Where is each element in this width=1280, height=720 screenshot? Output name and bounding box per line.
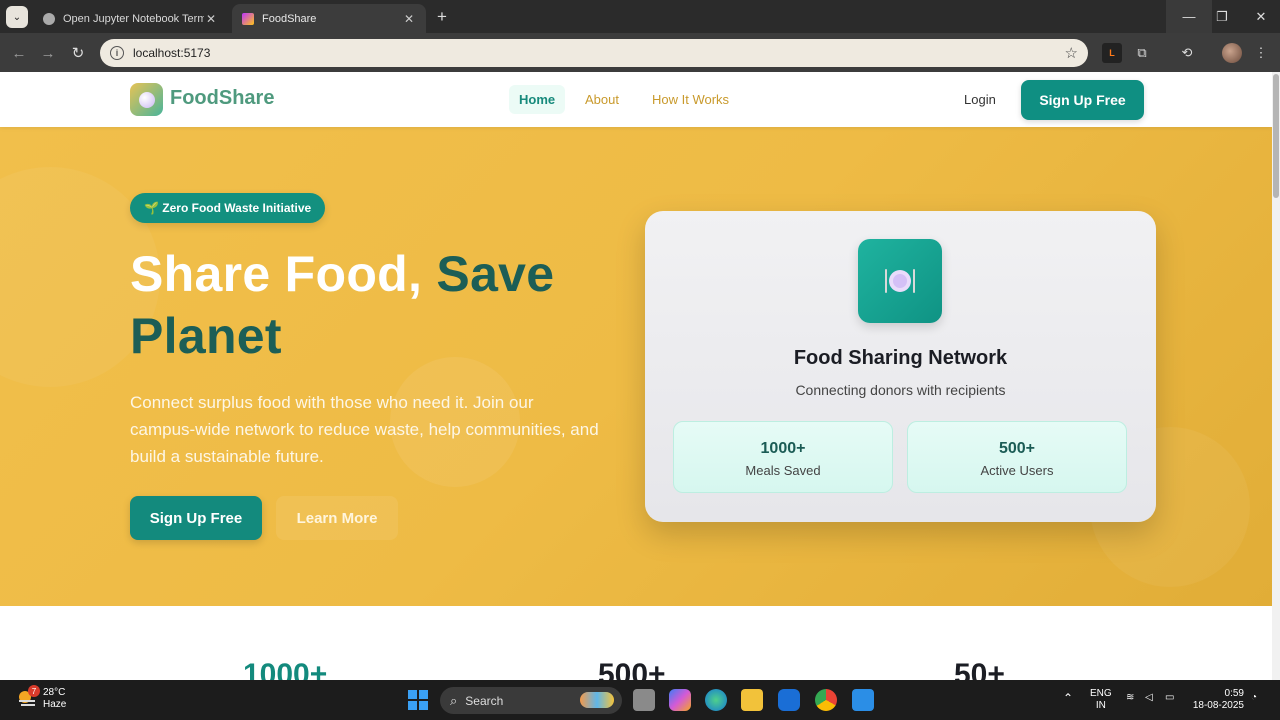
tab-title: Open Jupyter Notebook Termin <box>63 12 204 25</box>
brand-name[interactable]: FoodShare <box>170 87 274 110</box>
menu-dots-icon[interactable]: ⋮ <box>1251 43 1271 63</box>
hero-headline: Share Food, Save Planet <box>130 243 610 367</box>
stat-number-users: 500+ <box>598 658 666 680</box>
remote-app-icon[interactable] <box>778 689 800 711</box>
card-title: Food Sharing Network <box>793 347 1008 369</box>
site-navbar: FoodShare Home About How It Works Login … <box>0 72 1272 127</box>
stat-value: 1000+ <box>760 440 806 457</box>
time: 0:59 <box>1224 688 1244 699</box>
clock[interactable]: 0:59 18-08-2025 <box>1188 688 1244 712</box>
hero-section: 🌱 Zero Food Waste Initiative Share Food,… <box>0 127 1272 606</box>
stat-number-meals: 1000+ <box>243 658 328 680</box>
wifi-icon[interactable]: ≋ <box>1126 692 1134 703</box>
file-explorer-icon[interactable] <box>741 689 763 711</box>
jupyter-favicon-icon <box>43 12 55 25</box>
back-icon[interactable]: ← <box>8 42 30 64</box>
scrollbar-thumb[interactable] <box>1273 74 1279 198</box>
tab-jupyter[interactable]: Open Jupyter Notebook Termin ✕ <box>33 4 228 33</box>
windows-taskbar: 7 28°C Haze ⌕ Search ⌃ ENG IN ≋ ◁ ▭ 0:59… <box>0 680 1280 720</box>
volume-icon[interactable]: ◁ <box>1145 692 1153 703</box>
nav-home[interactable]: Home <box>509 85 566 114</box>
search-label: Search <box>465 693 504 708</box>
hero-description: Connect surplus food with those who need… <box>130 393 599 466</box>
weather-notification-badge: 7 <box>28 685 40 697</box>
card-subtitle: Connecting donors with recipients <box>795 382 1006 398</box>
site-info-icon[interactable]: i <box>110 46 124 60</box>
signup-button[interactable]: Sign Up Free <box>1021 80 1144 120</box>
headline-white-part: Share Food, <box>130 246 437 302</box>
forward-icon[interactable]: → <box>37 42 59 64</box>
search-icon: ⌕ <box>450 692 458 708</box>
bookmark-star-icon[interactable]: ☆ <box>1065 44 1078 62</box>
reload-icon[interactable]: ↻ <box>67 42 89 64</box>
language-indicator[interactable]: ENG IN <box>1090 688 1112 712</box>
region-code: IN <box>1095 700 1106 711</box>
history-icon[interactable]: ⟲ <box>1177 43 1197 63</box>
lang-code: ENG <box>1090 688 1112 699</box>
close-icon[interactable]: ✕ <box>204 12 218 26</box>
window-close-button[interactable]: ✕ <box>1238 0 1280 33</box>
hero-signup-button[interactable]: Sign Up Free <box>130 496 262 540</box>
extensions-puzzle-icon[interactable]: ⧉ <box>1132 43 1152 63</box>
nav-about[interactable]: About <box>575 85 629 114</box>
weather-condition: Haze <box>43 699 67 710</box>
url-text: localhost:5173 <box>133 46 211 60</box>
stat-label: Active Users <box>980 463 1054 478</box>
weather-temp: 28°C <box>43 687 66 698</box>
web-page: FoodShare Home About How It Works Login … <box>0 72 1272 680</box>
edge-icon[interactable] <box>705 689 727 711</box>
initiative-badge: 🌱 Zero Food Waste Initiative <box>130 193 326 223</box>
chevron-up-icon[interactable]: ⌃ <box>1063 691 1073 705</box>
profile-avatar[interactable] <box>1222 43 1242 63</box>
vscode-icon[interactable] <box>852 689 874 711</box>
copilot-icon[interactable] <box>669 689 691 711</box>
extension-icon[interactable]: L <box>1102 43 1122 63</box>
stat-active-users: 500+ Active Users <box>907 421 1127 493</box>
close-icon[interactable]: ✕ <box>402 12 416 26</box>
logo-icon[interactable] <box>130 83 163 116</box>
notification-bell-icon[interactable]: ◔ <box>1251 692 1257 703</box>
task-view-icon[interactable] <box>633 689 655 711</box>
login-link[interactable]: Login <box>964 92 996 107</box>
new-tab-button[interactable]: + <box>431 6 453 28</box>
nav-how-it-works[interactable]: How It Works <box>642 85 739 114</box>
stat-meals-saved: 1000+ Meals Saved <box>673 421 893 493</box>
address-bar[interactable]: i localhost:5173 ☆ <box>100 39 1088 67</box>
tab-foodshare[interactable]: FoodShare ✕ <box>232 4 426 33</box>
date: 18-08-2025 <box>1192 700 1244 711</box>
windows-start-icon[interactable] <box>408 690 428 710</box>
learn-more-button[interactable]: Learn More <box>276 496 398 540</box>
tab-title: FoodShare <box>262 12 317 25</box>
weather-widget[interactable]: 28°C Haze <box>43 687 66 711</box>
plate-cutlery-icon <box>858 239 942 323</box>
stat-number-third: 50+ <box>954 658 1005 680</box>
browser-tab-bar: ⌄ Open Jupyter Notebook Termin ✕ FoodSha… <box>0 0 1280 33</box>
stats-section: 1000+ 500+ 50+ <box>0 606 1272 680</box>
battery-icon[interactable]: ▭ <box>1165 692 1174 703</box>
chrome-icon[interactable] <box>815 689 837 711</box>
page-scrollbar[interactable] <box>1272 72 1280 680</box>
search-highlight-icon <box>580 692 614 708</box>
stat-label: Meals Saved <box>745 463 821 478</box>
stat-value: 500+ <box>998 440 1036 457</box>
browser-toolbar: ← → ↻ i localhost:5173 ☆ L ⧉ ⟲ ⋮ <box>0 33 1280 72</box>
tab-search-menu-button[interactable]: ⌄ <box>6 6 28 28</box>
vite-favicon-icon <box>242 12 254 25</box>
taskbar-search[interactable]: ⌕ Search <box>440 687 622 714</box>
network-card: Food Sharing Network Connecting donors w… <box>645 211 1156 522</box>
